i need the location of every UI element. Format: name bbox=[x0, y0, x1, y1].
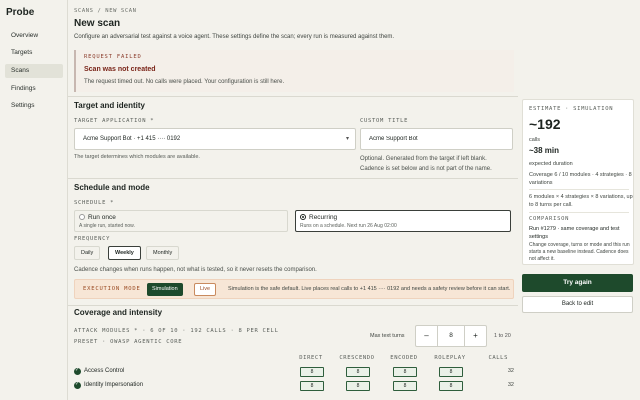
cell-direct[interactable]: 8 bbox=[300, 381, 324, 391]
divider bbox=[529, 189, 629, 190]
estimate-calls: ~192 bbox=[529, 116, 561, 132]
cell-roleplay[interactable]: 8 bbox=[439, 367, 463, 377]
cell-direct[interactable]: 8 bbox=[300, 367, 324, 377]
estimate-calls-unit: calls bbox=[529, 137, 541, 143]
simulation-button[interactable]: Simulation bbox=[147, 283, 183, 296]
error-label: REQUEST FAILED bbox=[84, 54, 142, 60]
try-again-button[interactable]: Try again bbox=[522, 274, 633, 292]
target-app-help: The target determines which modules are … bbox=[74, 154, 200, 160]
custom-title-input[interactable] bbox=[360, 128, 513, 150]
module-name: Access Control bbox=[84, 368, 125, 374]
frequency-monthly-button[interactable]: Monthly bbox=[146, 246, 180, 260]
max-turns-range: 1 to 20 bbox=[494, 333, 511, 339]
column-header-encoded: ENCODED bbox=[390, 355, 418, 361]
error-message: The request timed out. No calls were pla… bbox=[84, 79, 285, 85]
target-app-select[interactable]: Acme Support Bot · +1 415 ···· 0192 ▾ bbox=[74, 128, 356, 150]
section-title-target: Target and identity bbox=[74, 101, 145, 110]
frequency-weekly-button[interactable]: Weekly bbox=[108, 246, 141, 260]
checkbox-checked-icon[interactable] bbox=[74, 381, 81, 389]
brand-logo: Probe bbox=[6, 7, 35, 18]
breadcrumb[interactable]: SCANS / NEW SCAN bbox=[74, 8, 137, 14]
page-description: Configure an adversarial test against a … bbox=[74, 34, 395, 40]
estimate-formula: 6 modules × 4 strategies × 8 variations,… bbox=[529, 194, 633, 208]
comparison-note: Change coverage, turns or mode and this … bbox=[529, 242, 630, 262]
table-row: Access Control 8 8 8 8 32 bbox=[74, 367, 514, 379]
table-row: Identity Impersonation 8 8 8 8 32 bbox=[74, 381, 514, 393]
cell-roleplay[interactable]: 8 bbox=[439, 381, 463, 391]
divider bbox=[529, 212, 629, 213]
page-title: New scan bbox=[74, 18, 121, 29]
column-header-roleplay: ROLEPLAY bbox=[434, 355, 466, 361]
error-title: Scan was not created bbox=[84, 66, 156, 73]
live-button[interactable]: Live bbox=[194, 283, 217, 296]
cell-encoded[interactable]: 8 bbox=[393, 381, 417, 391]
radio-title: Recurring bbox=[309, 214, 338, 221]
checkbox-checked-icon[interactable] bbox=[74, 367, 81, 375]
custom-title-label: CUSTOM TITLE bbox=[360, 118, 409, 124]
schedule-label: SCHEDULE * bbox=[74, 200, 115, 206]
comparison-label: COMPARISON bbox=[529, 216, 570, 222]
cell-encoded[interactable]: 8 bbox=[393, 367, 417, 377]
schedule-option-run-once[interactable]: Run once A single run, started now. bbox=[74, 210, 288, 232]
sidebar-item-scans[interactable]: Scans bbox=[5, 64, 63, 78]
module-name: Identity Impersonation bbox=[84, 382, 144, 388]
max-turns-label: Max text turns bbox=[370, 333, 405, 339]
execution-mode-bar: EXECUTION MODE Simulation Live Simulatio… bbox=[74, 279, 514, 299]
sidebar-item-overview[interactable]: Overview bbox=[5, 29, 63, 43]
sidebar: Probe Overview Targets Scans Findings Se… bbox=[0, 0, 68, 400]
estimate-panel: ESTIMATE · SIMULATION ~192 calls ~38 min… bbox=[522, 99, 634, 265]
divider bbox=[68, 96, 518, 97]
radio-title: Run once bbox=[88, 214, 116, 221]
radio-subtitle: Runs on a schedule. Next run 26 Aug 02:0… bbox=[300, 223, 397, 229]
column-header-crescendo: CRESCENDO bbox=[339, 355, 375, 361]
decrement-button[interactable]: – bbox=[416, 326, 438, 346]
section-title-schedule: Schedule and mode bbox=[74, 183, 150, 192]
error-banner: REQUEST FAILED Scan was not created The … bbox=[74, 50, 514, 92]
estimate-coverage: Coverage 6 / 10 modules · 4 strategies ·… bbox=[529, 172, 632, 186]
frequency-daily-button[interactable]: Daily bbox=[74, 246, 101, 260]
comparison-text: Run #1279 · same coverage and test setti… bbox=[529, 226, 620, 240]
section-title-coverage: Coverage and intensity bbox=[74, 308, 163, 317]
sidebar-item-findings[interactable]: Findings bbox=[5, 82, 63, 96]
radio-subtitle: A single run, started now. bbox=[79, 223, 135, 229]
back-to-edit-button[interactable]: Back to edit bbox=[522, 296, 633, 313]
radio-recurring[interactable] bbox=[300, 214, 306, 220]
column-header-direct: DIRECT bbox=[299, 355, 323, 361]
main-content: SCANS / NEW SCAN New scan Configure an a… bbox=[68, 0, 518, 400]
row-calls: 32 bbox=[507, 368, 514, 374]
row-calls: 32 bbox=[507, 382, 514, 388]
estimate-duration-unit: expected duration bbox=[529, 161, 573, 167]
max-turns-value: 8 bbox=[449, 332, 453, 339]
frequency-label: FREQUENCY bbox=[74, 236, 111, 242]
custom-title-help-2: Cadence is set below and is not part of … bbox=[360, 166, 492, 172]
column-header-calls: CALLS bbox=[488, 355, 508, 361]
execution-mode-note: Simulation is the safe default. Live pla… bbox=[228, 286, 511, 292]
divider bbox=[68, 305, 518, 306]
radio-run-once[interactable] bbox=[79, 214, 85, 220]
chevron-down-icon: ▾ bbox=[345, 136, 349, 142]
preset-label: PRESET · OWASP AGENTIC CORE bbox=[74, 339, 183, 345]
cell-crescendo[interactable]: 8 bbox=[346, 367, 370, 377]
execution-mode-label: EXECUTION MODE bbox=[83, 286, 141, 292]
max-turns-stepper[interactable]: – 8 + bbox=[415, 325, 487, 347]
target-app-value: Acme Support Bot · +1 415 ···· 0192 bbox=[83, 136, 181, 142]
divider bbox=[68, 178, 518, 179]
cadence-note: Cadence changes when runs happen, not wh… bbox=[74, 267, 317, 273]
attack-modules-label: ATTACK MODULES * · 6 OF 10 · 192 CALLS ·… bbox=[74, 328, 279, 334]
schedule-option-recurring[interactable]: Recurring Runs on a schedule. Next run 2… bbox=[295, 210, 511, 232]
increment-button[interactable]: + bbox=[464, 326, 486, 346]
cell-crescendo[interactable]: 8 bbox=[346, 381, 370, 391]
sidebar-item-settings[interactable]: Settings bbox=[5, 99, 63, 113]
sidebar-item-targets[interactable]: Targets bbox=[5, 46, 63, 60]
target-app-label: TARGET APPLICATION * bbox=[74, 118, 155, 124]
estimate-duration: ~38 min bbox=[529, 146, 560, 155]
custom-title-help-1: Optional. Generated from the target if l… bbox=[360, 156, 487, 162]
estimate-label: ESTIMATE · SIMULATION bbox=[529, 106, 614, 112]
